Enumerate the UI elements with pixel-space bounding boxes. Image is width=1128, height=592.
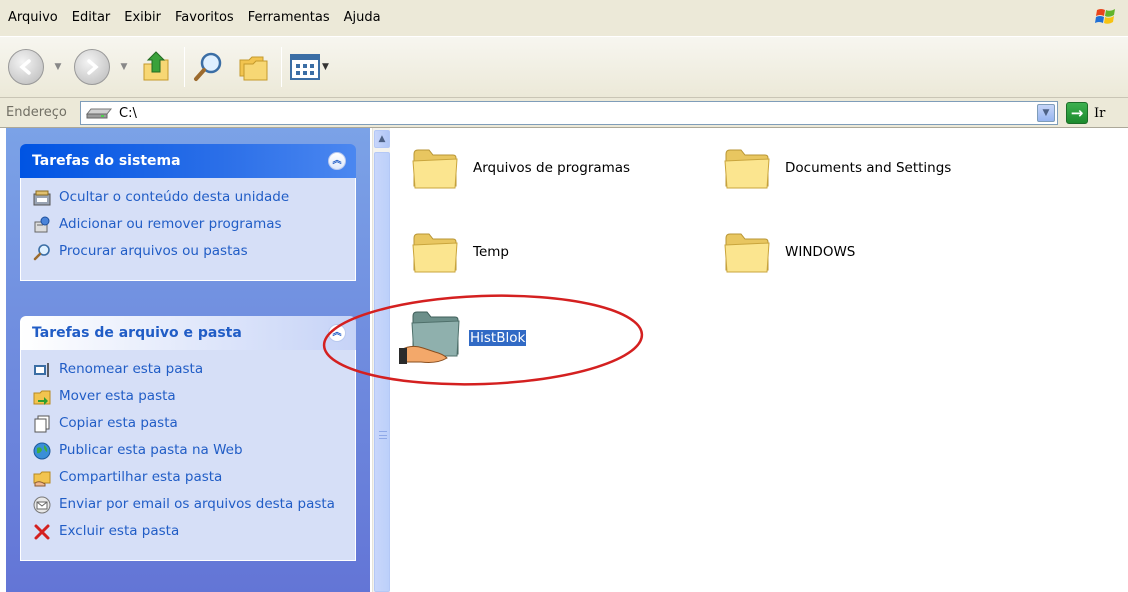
folders-button[interactable] [237,50,269,84]
address-label: Endereço [6,105,67,120]
scroll-grip-icon [379,431,387,439]
search-button[interactable] [193,50,225,84]
address-input[interactable]: C:\ ▼ [80,101,1058,125]
task-email-files[interactable]: Enviar por email os arquivos desta pasta [33,496,345,514]
file-tasks-header[interactable]: Tarefas de arquivo e pasta ︽ [20,316,356,350]
rename-icon [34,363,49,377]
share-folder-icon [33,471,51,487]
add-remove-programs-icon [34,216,50,233]
file-tasks-title: Tarefas de arquivo e pasta [32,325,242,341]
scroll-thumb[interactable] [374,152,390,592]
hard-drive-icon [85,108,113,119]
task-move-folder[interactable]: Mover esta pasta [33,388,345,406]
toolbar-separator [184,47,185,87]
menu-favoritos[interactable]: Favoritos [168,6,241,30]
up-folder-button[interactable] [140,50,172,84]
folder-item-temp[interactable]: Temp [411,228,509,276]
task-delete-folder[interactable]: Excluir esta pasta [33,523,345,541]
delete-icon [34,524,50,540]
vertical-scrollbar[interactable]: ▲ [372,128,390,592]
forward-arrow-icon [87,59,99,75]
scroll-up-icon[interactable]: ▲ [374,130,390,148]
up-folder-icon [143,51,169,81]
email-icon [33,496,51,514]
go-button[interactable]: → Ir [1066,102,1105,124]
shared-folder-icon [399,311,460,364]
task-copy-folder[interactable]: Copiar esta pasta [33,415,345,433]
task-search-files[interactable]: Procurar arquivos ou pastas [33,243,345,261]
task-pane: Tarefas do sistema ︽ Ocultar o conteúdo … [6,128,370,592]
views-button[interactable]: ▼ [290,53,329,81]
toolbar-separator [281,47,282,87]
menu-arquivo[interactable]: Arquivo [6,6,65,30]
file-tasks-group: Tarefas de arquivo e pasta ︽ Renomear es… [20,316,356,561]
drive-contents-icon [33,190,51,206]
back-arrow-icon [19,59,31,75]
task-rename-folder[interactable]: Renomear esta pasta [33,361,345,379]
system-tasks-title: Tarefas do sistema [32,153,181,169]
folder-label: Documents and Settings [785,160,952,176]
forward-dropdown-icon[interactable]: ▼ [118,62,130,72]
views-icon [290,54,320,80]
folder-item-documents-and-settings[interactable]: Documents and Settings [723,144,951,192]
task-hide-drive-contents[interactable]: Ocultar o conteúdo desta unidade [33,189,345,207]
system-tasks-group: Tarefas do sistema ︽ Ocultar o conteúdo … [20,144,356,281]
task-publish-web[interactable]: Publicar esta pasta na Web [33,442,345,460]
folder-label: Temp [473,244,509,260]
folder-icon [724,233,770,273]
menu-ajuda[interactable]: Ajuda [337,6,388,30]
windows-logo-icon [1095,9,1115,24]
task-share-folder[interactable]: Compartilhar esta pasta [33,469,345,487]
folder-item-windows[interactable]: WINDOWS [723,228,855,276]
folder-content: Arquivos de programas Documents and Sett… [391,128,1128,592]
go-label: Ir [1094,105,1106,121]
menu-editar[interactable]: Editar [65,6,118,30]
folders-icon [239,56,268,81]
globe-icon [33,442,51,460]
views-dropdown-icon[interactable]: ▼ [322,62,329,72]
copy-icon [34,415,50,433]
back-dropdown-icon[interactable]: ▼ [52,62,64,72]
folder-icon [724,149,770,189]
folder-icon [412,233,458,273]
back-button[interactable] [8,49,44,85]
system-tasks-list: Ocultar o conteúdo desta unidade Adicion… [20,178,356,281]
go-arrow-icon: → [1066,102,1088,124]
address-path: C:\ [119,105,137,121]
address-dropdown-icon[interactable]: ▼ [1037,104,1055,122]
task-add-remove-programs[interactable]: Adicionar ou remover programas [33,216,345,234]
folder-icon [412,149,458,189]
menu-bar: Arquivo Editar Exibir Favoritos Ferramen… [0,0,1128,36]
menu-ferramentas[interactable]: Ferramentas [241,6,337,30]
collapse-chevron-icon[interactable]: ︽ [328,324,346,342]
folder-item-arquivos-de-programas[interactable]: Arquivos de programas [411,144,630,192]
folder-label: HistBlok [469,330,527,346]
folder-item-histblok[interactable]: HistBlok [399,306,527,370]
folder-label: Arquivos de programas [473,160,631,176]
file-tasks-list: Renomear esta pasta Mover esta pasta Cop… [20,350,356,561]
collapse-chevron-icon[interactable]: ︽ [328,152,346,170]
menu-exibir[interactable]: Exibir [117,6,168,30]
move-folder-icon [33,390,51,405]
folder-label: WINDOWS [785,244,856,260]
search-icon [33,244,50,261]
search-icon [194,52,222,81]
address-bar: Endereço C:\ ▼ → Ir [0,98,1128,128]
system-tasks-header[interactable]: Tarefas do sistema ︽ [20,144,356,178]
toolbar: ▼ ▼ ▼ [0,36,1128,98]
forward-button[interactable] [74,49,110,85]
